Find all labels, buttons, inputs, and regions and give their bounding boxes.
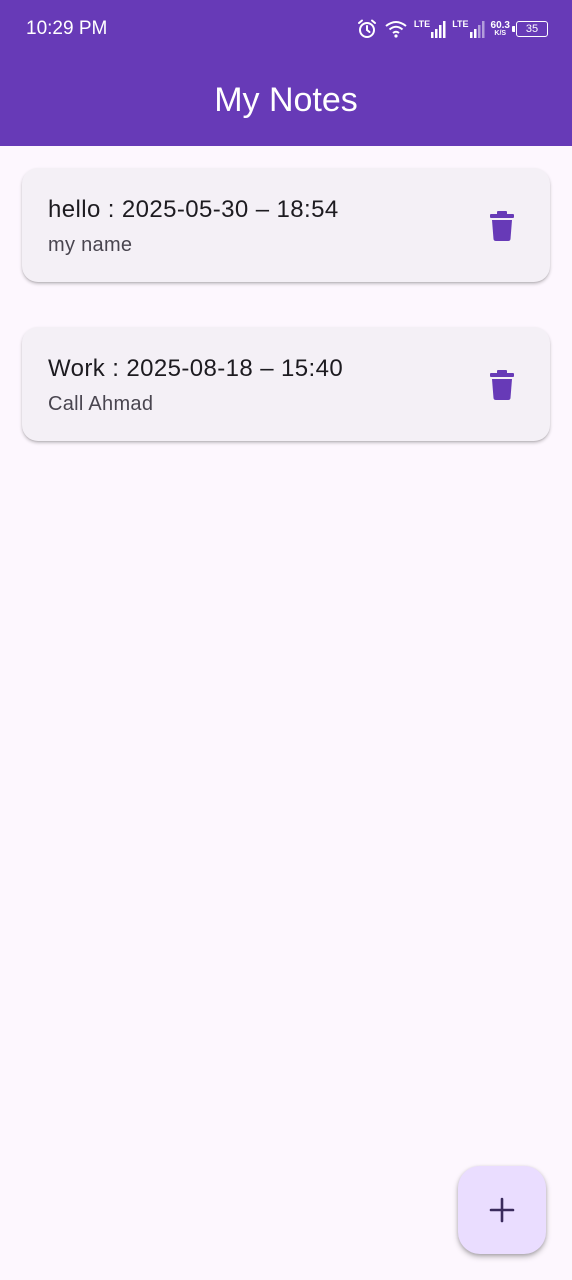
note-title: hello : 2025-05-30 – 18:54 [48,196,339,223]
alarm-icon [356,18,378,40]
delete-button[interactable] [478,202,526,250]
battery-icon: 35 [512,21,548,37]
wifi-icon [384,19,408,39]
note-title: Work : 2025-08-18 – 15:40 [48,355,344,382]
delete-button[interactable] [478,361,526,409]
note-content: Call Ahmad [48,393,154,415]
trash-icon [490,211,514,241]
note-content: my name [48,234,133,256]
signal-icon: LTE [452,20,485,38]
signal-icon: LTE [414,20,446,38]
status-time: 10:29 PM [26,18,108,39]
app-bar: 10:29 PM LTE LTE 60.3 K/S 35 My Notes [0,0,572,146]
note-card[interactable]: hello : 2025-05-30 – 18:54 my name [22,168,550,282]
plus-icon [489,1197,515,1223]
status-icons: LTE LTE 60.3 K/S 35 [356,16,548,42]
trash-icon [490,370,514,400]
note-card[interactable]: Work : 2025-08-18 – 15:40 Call Ahmad [22,327,550,441]
network-speed: 60.3 K/S [490,20,510,38]
add-note-button[interactable] [458,1166,546,1254]
page-title: My Notes [214,81,358,119]
notes-list: hello : 2025-05-30 – 18:54 my name Work … [22,168,550,486]
